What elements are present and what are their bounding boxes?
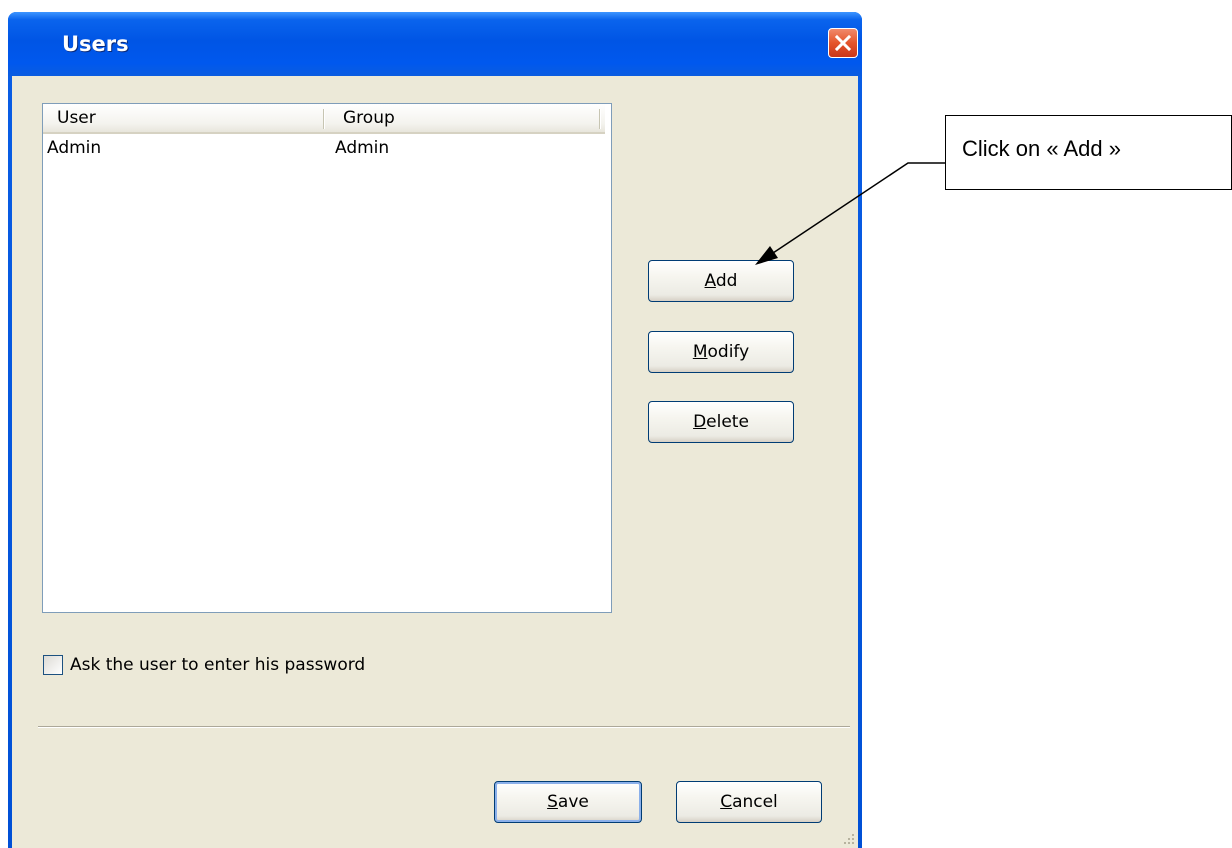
modify-button-accel: M bbox=[692, 342, 708, 362]
delete-button-accel: D bbox=[693, 412, 707, 432]
users-list[interactable]: User Group Admin Admin bbox=[42, 103, 612, 613]
modify-button[interactable]: Modify bbox=[648, 331, 794, 373]
add-button[interactable]: Add bbox=[648, 260, 794, 302]
save-button-accel: S bbox=[547, 792, 558, 812]
delete-button-label-post: elete bbox=[706, 412, 749, 432]
add-button-label-post: dd bbox=[715, 271, 738, 291]
cancel-button[interactable]: Cancel bbox=[676, 781, 822, 823]
modify-button-label-post: odify bbox=[707, 342, 750, 362]
list-header: User Group bbox=[43, 104, 605, 134]
close-button[interactable] bbox=[828, 28, 858, 58]
save-button-label-post: ave bbox=[557, 792, 589, 812]
delete-button[interactable]: Delete bbox=[648, 401, 794, 443]
annotation-text: Click on « Add » bbox=[962, 136, 1121, 161]
cell-user: Admin bbox=[47, 138, 102, 158]
column-divider[interactable] bbox=[599, 109, 601, 129]
column-divider[interactable] bbox=[323, 109, 325, 129]
dialog-client-area: User Group Admin Admin Add Modify Delete… bbox=[12, 76, 858, 848]
cancel-button-label-post: ancel bbox=[732, 792, 778, 812]
close-icon bbox=[834, 34, 852, 52]
window-title: Users bbox=[62, 32, 129, 56]
save-button[interactable]: Save bbox=[494, 781, 642, 823]
title-bar[interactable]: Users bbox=[8, 12, 862, 76]
annotation-callout: Click on « Add » bbox=[945, 115, 1232, 190]
cell-group: Admin bbox=[335, 138, 390, 158]
cancel-button-accel: C bbox=[720, 792, 733, 812]
column-header-user[interactable]: User bbox=[57, 104, 96, 132]
column-header-group[interactable]: Group bbox=[343, 104, 395, 132]
table-row[interactable]: Admin Admin bbox=[43, 136, 603, 160]
ask-password-checkbox[interactable] bbox=[43, 655, 63, 675]
horizontal-separator bbox=[38, 726, 850, 728]
users-dialog: Users User Group Admin Admin Add Modify … bbox=[8, 12, 862, 848]
ask-password-label[interactable]: Ask the user to enter his password bbox=[70, 654, 365, 676]
resize-grip-icon[interactable] bbox=[842, 832, 856, 846]
add-button-accel: A bbox=[704, 271, 716, 291]
